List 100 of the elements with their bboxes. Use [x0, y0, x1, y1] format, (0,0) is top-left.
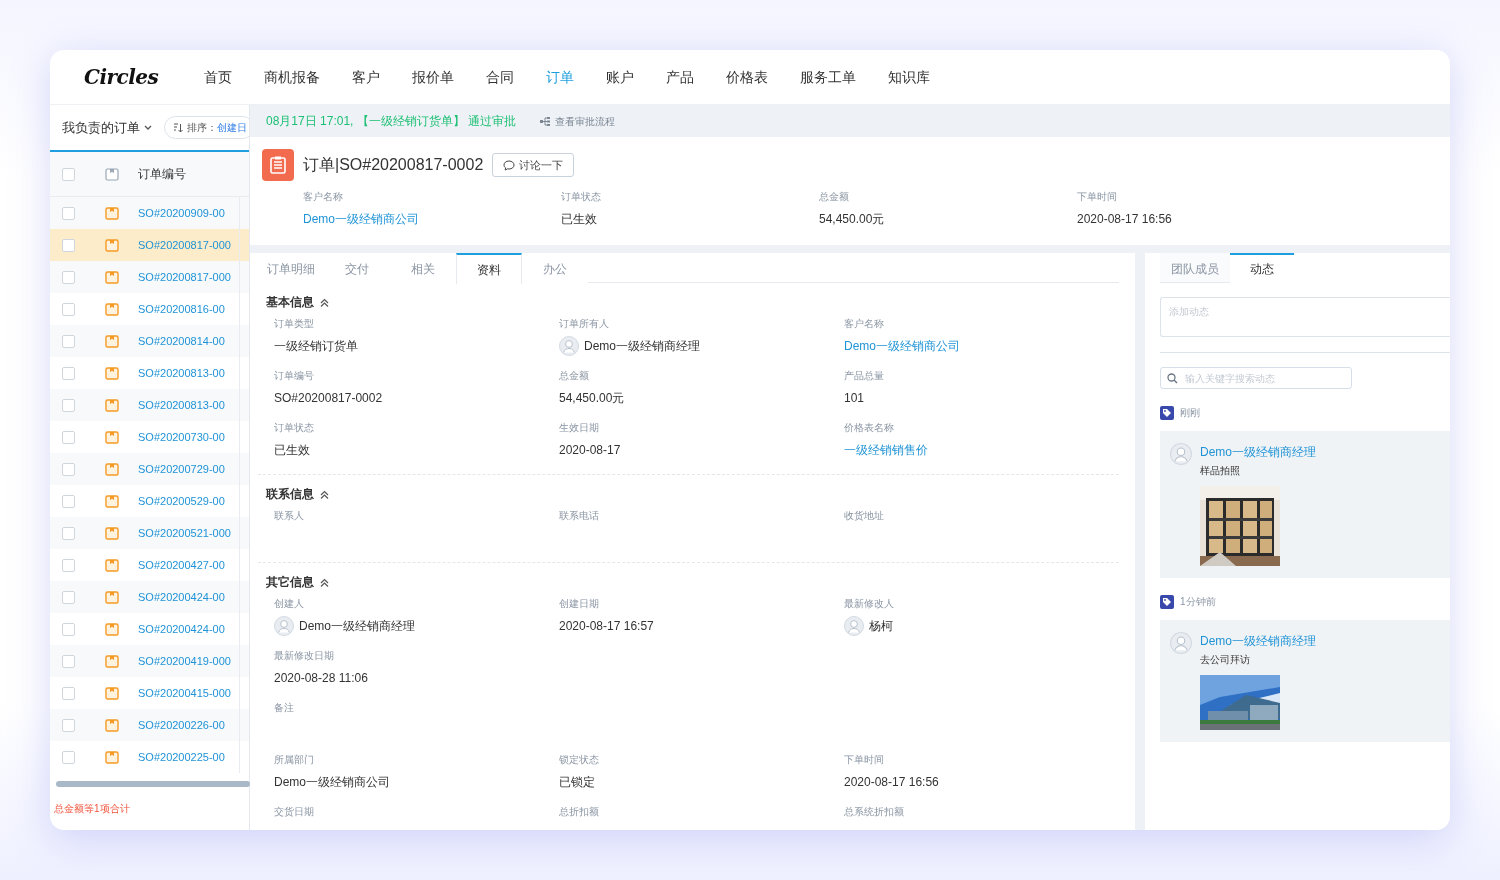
table-row[interactable]: SO#20200226-00 — [50, 709, 249, 741]
order-link[interactable]: SO#20200813-00 — [138, 396, 225, 414]
field-label: 客户名称 — [303, 190, 344, 204]
table-row[interactable]: SO#20200729-00 — [50, 453, 249, 485]
author-link[interactable]: Demo一级经销商经理 — [1200, 632, 1316, 650]
checkbox[interactable] — [61, 526, 75, 540]
nav-item[interactable]: 客户 — [352, 66, 381, 88]
field-value: 2020-08-28 11:06 — [274, 670, 368, 687]
order-link[interactable]: SO#20200529-00 — [138, 492, 225, 510]
order-link[interactable]: SO#20200817-000 — [138, 236, 231, 254]
checkbox[interactable] — [61, 206, 75, 220]
field-value: 已生效 — [274, 442, 310, 459]
checkbox[interactable] — [61, 622, 75, 636]
order-link[interactable]: SO#20200415-000 — [138, 684, 231, 702]
table-row[interactable]: SO#20200225-00 — [50, 741, 249, 773]
nav-item[interactable]: 知识库 — [888, 66, 931, 88]
checkbox[interactable] — [61, 462, 75, 476]
nav-item[interactable]: 服务工单 — [800, 66, 857, 88]
checkbox[interactable] — [61, 270, 75, 284]
order-icon — [105, 750, 119, 764]
field-label: 总系统折扣额 — [844, 805, 905, 819]
field-label: 收货地址 — [844, 509, 885, 523]
order-icon — [105, 718, 119, 732]
checkbox[interactable] — [61, 654, 75, 668]
table-row[interactable]: SO#20200814-00 — [50, 325, 249, 357]
caret-icon — [144, 124, 152, 131]
order-link[interactable]: SO#20200419-000 — [138, 652, 231, 670]
order-icon — [105, 494, 119, 508]
nav-item[interactable]: 合同 — [486, 66, 515, 88]
order-link[interactable]: SO#20200521-000 — [138, 524, 231, 542]
nav-item[interactable]: 首页 — [204, 66, 233, 88]
nav-item[interactable]: 商机报备 — [264, 66, 321, 88]
checkbox[interactable] — [61, 302, 75, 316]
tab[interactable]: 团队成员 — [1160, 253, 1230, 283]
field-value: Demo一级经销商公司 — [274, 774, 390, 791]
order-link[interactable]: SO#20200424-00 — [138, 620, 225, 638]
tab[interactable]: 资料 — [456, 253, 522, 284]
order-link[interactable]: SO#20200729-00 — [138, 460, 225, 478]
nav-item[interactable]: 产品 — [666, 66, 695, 88]
checkbox[interactable] — [61, 750, 75, 764]
field-label: 所属部门 — [274, 753, 315, 767]
activity-text: 去公司拜访 — [1200, 653, 1251, 667]
checkbox[interactable] — [61, 366, 75, 380]
discuss-button[interactable]: 讨论一下 — [492, 152, 575, 178]
collapse-icon[interactable] — [320, 297, 329, 307]
avatar-icon — [1170, 632, 1192, 654]
order-icon — [105, 430, 119, 444]
collapse-icon[interactable] — [320, 577, 329, 587]
table-row[interactable]: SO#20200419-000 — [50, 645, 249, 677]
checkbox[interactable] — [61, 398, 75, 412]
checkbox[interactable] — [61, 167, 75, 181]
field-label: 锁定状态 — [559, 753, 600, 767]
table-row[interactable]: SO#20200521-000 — [50, 517, 249, 549]
checkbox[interactable] — [61, 718, 75, 732]
order-link[interactable]: SO#20200730-00 — [138, 428, 225, 446]
table-row[interactable]: SO#20200813-00 — [50, 389, 249, 421]
activity-text: 样品拍照 — [1200, 464, 1241, 478]
logo[interactable]: Circles — [84, 62, 159, 92]
collapse-icon[interactable] — [320, 489, 329, 499]
view-dropdown[interactable]: 我负责的订单 — [62, 117, 152, 138]
checkbox[interactable] — [61, 590, 75, 604]
field-label: 订单状态 — [561, 190, 602, 204]
nav-item[interactable]: 价格表 — [726, 66, 769, 88]
checkbox[interactable] — [61, 494, 75, 508]
field-label: 备注 — [274, 701, 295, 715]
checkbox[interactable] — [61, 558, 75, 572]
nav-item[interactable]: 报价单 — [412, 66, 455, 88]
order-link[interactable]: SO#20200813-00 — [138, 364, 225, 382]
field-link[interactable]: Demo一级经销商公司 — [844, 336, 960, 356]
field-value: SO#20200817-0002 — [274, 390, 383, 407]
order-link[interactable]: SO#20200424-00 — [138, 588, 225, 606]
table-row[interactable]: SO#20200424-00 — [50, 581, 249, 613]
order-link[interactable]: SO#20200226-00 — [138, 716, 225, 734]
field-link[interactable]: Demo一级经销商公司 — [303, 209, 419, 229]
checkbox[interactable] — [61, 430, 75, 444]
checkbox[interactable] — [61, 686, 75, 700]
field-label: 创建人 — [274, 597, 305, 611]
checkbox[interactable] — [61, 238, 75, 252]
tag-icon — [1160, 595, 1174, 609]
table-row[interactable]: SO#20200817-000 — [50, 229, 249, 261]
avatar-icon — [1170, 443, 1192, 465]
flow-icon — [540, 116, 552, 126]
author-link[interactable]: Demo一级经销商经理 — [1200, 443, 1316, 461]
checkbox[interactable] — [61, 334, 75, 348]
nav-item[interactable]: 订单 — [546, 66, 575, 88]
order-link[interactable]: SO#20200225-00 — [138, 748, 225, 766]
order-icon — [105, 462, 119, 476]
order-link[interactable]: SO#20200817-000 — [138, 268, 231, 286]
table-row[interactable]: SO#20200817-000 — [50, 261, 249, 293]
timestamp: 刚刚 — [1180, 406, 1200, 420]
order-link[interactable]: SO#20200816-00 — [138, 300, 225, 318]
field-link[interactable]: 一级经销销售价 — [844, 440, 928, 460]
nav-item[interactable]: 账户 — [606, 66, 635, 88]
order-link[interactable]: SO#20200427-00 — [138, 556, 225, 574]
sort-button[interactable]: 排序：创建日 — [164, 116, 249, 139]
order-link[interactable]: SO#20200814-00 — [138, 332, 225, 350]
scrollbar[interactable] — [56, 781, 250, 787]
approval-link[interactable]: 查看审批流程 — [540, 113, 616, 129]
table-row[interactable]: SO#20200909-00 — [50, 197, 249, 229]
order-link[interactable]: SO#20200909-00 — [138, 204, 225, 222]
